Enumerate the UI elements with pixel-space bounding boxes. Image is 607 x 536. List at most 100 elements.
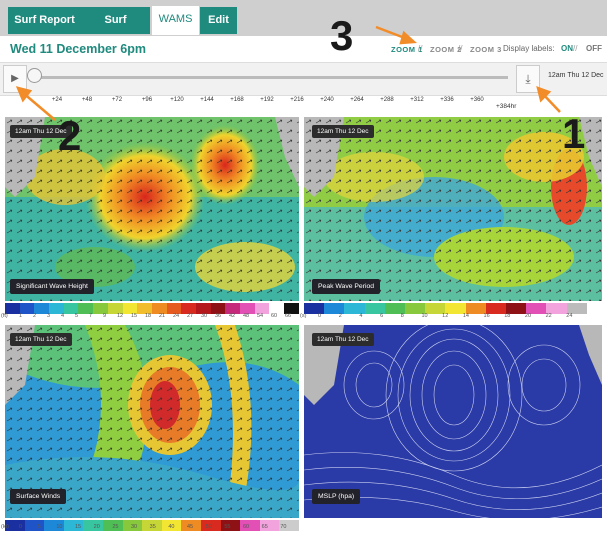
timeline-tick: +168 [230,97,244,103]
panel-time-label: 12am Thu 12 Dec [312,333,374,346]
legend-label: 1 [19,313,23,319]
legend-label: 70 [280,524,287,530]
legend-label: 24 [566,313,573,319]
legend-label: 65 [261,524,268,530]
timeline-tick: +264 [350,97,364,103]
timeline-tick: +24 [51,97,63,103]
legend-label: 22 [545,313,552,319]
timeline-tick: +336 [440,97,454,103]
legend-label: 24 [173,313,180,319]
timeline-tick: +216 [290,97,304,103]
wave-period-map[interactable]: 12am Thu 12 Dec Peak Wave Period [304,117,602,301]
panel-time-label: 12am Thu 12 Dec [10,333,72,346]
tab-surf-forecast[interactable]: Surf Forecast [81,7,150,53]
legend-label: 7 [89,313,93,319]
legend-label: 15 [131,313,138,319]
legend-label: 48 [243,313,250,319]
legend-label: 36 [215,313,222,319]
legend-label: 60 [271,313,278,319]
legend-label: 0 [19,524,23,530]
legend-label: 10 [56,524,63,530]
timeline-tick: +360 [470,97,484,103]
download-button[interactable]: ⤓ [516,65,540,93]
legend-swatch [24,520,45,531]
callout-1: 1 [562,110,586,157]
tab-surf-report[interactable]: Surf Report [8,7,81,34]
legend-label: 0 [318,313,322,319]
timeline-tick: +312 [410,97,424,103]
zoom-2-link[interactable]: ZOOM 2 [430,45,462,54]
timeline-handle[interactable] [27,68,42,83]
wave-period-legend [304,301,587,314]
wave-height-map[interactable]: 12am Thu 12 Dec Significant Wave Height [5,117,299,301]
legend-label: 4 [61,313,65,319]
legend-label: 40 [168,524,175,530]
legend-label: 35 [149,524,156,530]
labels-off-toggle[interactable]: OFF [586,44,602,53]
timeline-tick: +72 [111,97,123,103]
legend-swatch [304,303,325,314]
legend-label: 16 [483,313,490,319]
legend-label: 9 [103,313,107,319]
legend-label: 42 [229,313,236,319]
download-icon: ⤓ [525,72,531,86]
legend-label: 8 [400,313,404,319]
timeline-end-tick: +384hr [496,103,517,110]
mslp-map[interactable]: 12am Thu 12 Dec MSLP (hpa) [304,325,602,518]
zoom-3-link[interactable]: ZOOM 3 [470,45,502,54]
timeline-tick: +288 [380,97,394,103]
legend-label: 66 [285,313,292,319]
legend-label: 20 [524,313,532,319]
legend-label: 12 [117,313,124,319]
legend-unit: (kt) [1,524,9,530]
panel-title: Significant Wave Height [10,279,94,294]
legend-label: 54 [257,313,264,319]
legend-label: 2 [33,313,37,319]
zoom-separator: // [418,44,423,53]
timeline-tick: +192 [260,97,274,103]
legend-label: 18 [504,313,511,319]
play-icon: ▶ [11,73,19,84]
wave-height-legend [5,301,299,314]
tab-edit[interactable]: Edit [200,7,237,34]
legend-label: 2 [338,313,342,319]
legend-label: 30 [201,313,208,319]
timeline-tick: +144 [200,97,214,103]
tab-bar: Surf Report Surf Forecast WAMS Edit [0,0,607,53]
callout-2: 2 [58,112,82,159]
legend-label: 45 [187,524,194,530]
tab-wams[interactable]: WAMS [152,6,199,35]
legend-label: 60 [243,524,250,530]
legend-label: 20 [93,524,100,530]
legend-label: 15 [75,524,82,530]
timeline-tick: +48 [81,97,93,103]
legend-label: 25 [112,524,119,530]
legend-label: 10 [421,313,428,319]
timeline-tick: +120 [170,97,184,103]
legend-label: 12 [442,313,449,319]
labels-on-toggle[interactable]: ON [561,44,573,53]
legend-label: 3 [47,313,51,319]
zoom-separator: // [458,44,463,53]
callout-3: 3 [330,12,354,59]
legend-label: 50 [205,524,212,530]
legend-label: 5 [37,524,41,530]
panel-title: Surface Winds [10,489,67,504]
current-time-label: 12am Thu 12 Dec [548,72,604,79]
labels-separator: // [573,44,578,53]
legend-label: 21 [159,313,166,319]
legend-label: 5 [75,313,79,319]
play-button[interactable]: ▶ [3,65,27,93]
timeline-track[interactable] [34,76,508,79]
legend-label: 30 [131,524,138,530]
legend-label: 55 [224,524,231,530]
panel-time-label: 12am Thu 12 Dec [312,125,374,138]
panel-title: Peak Wave Period [312,279,381,294]
legend-label: 27 [187,313,194,319]
surface-winds-map[interactable]: 12am Thu 12 Dec Surface Winds [5,325,299,518]
timeline-tick: +240 [320,97,334,103]
legend-unit: (ft) [1,313,8,319]
legend-unit: (s) [300,313,307,319]
legend-label: 6 [380,313,384,319]
legend-label: 4 [359,313,363,319]
